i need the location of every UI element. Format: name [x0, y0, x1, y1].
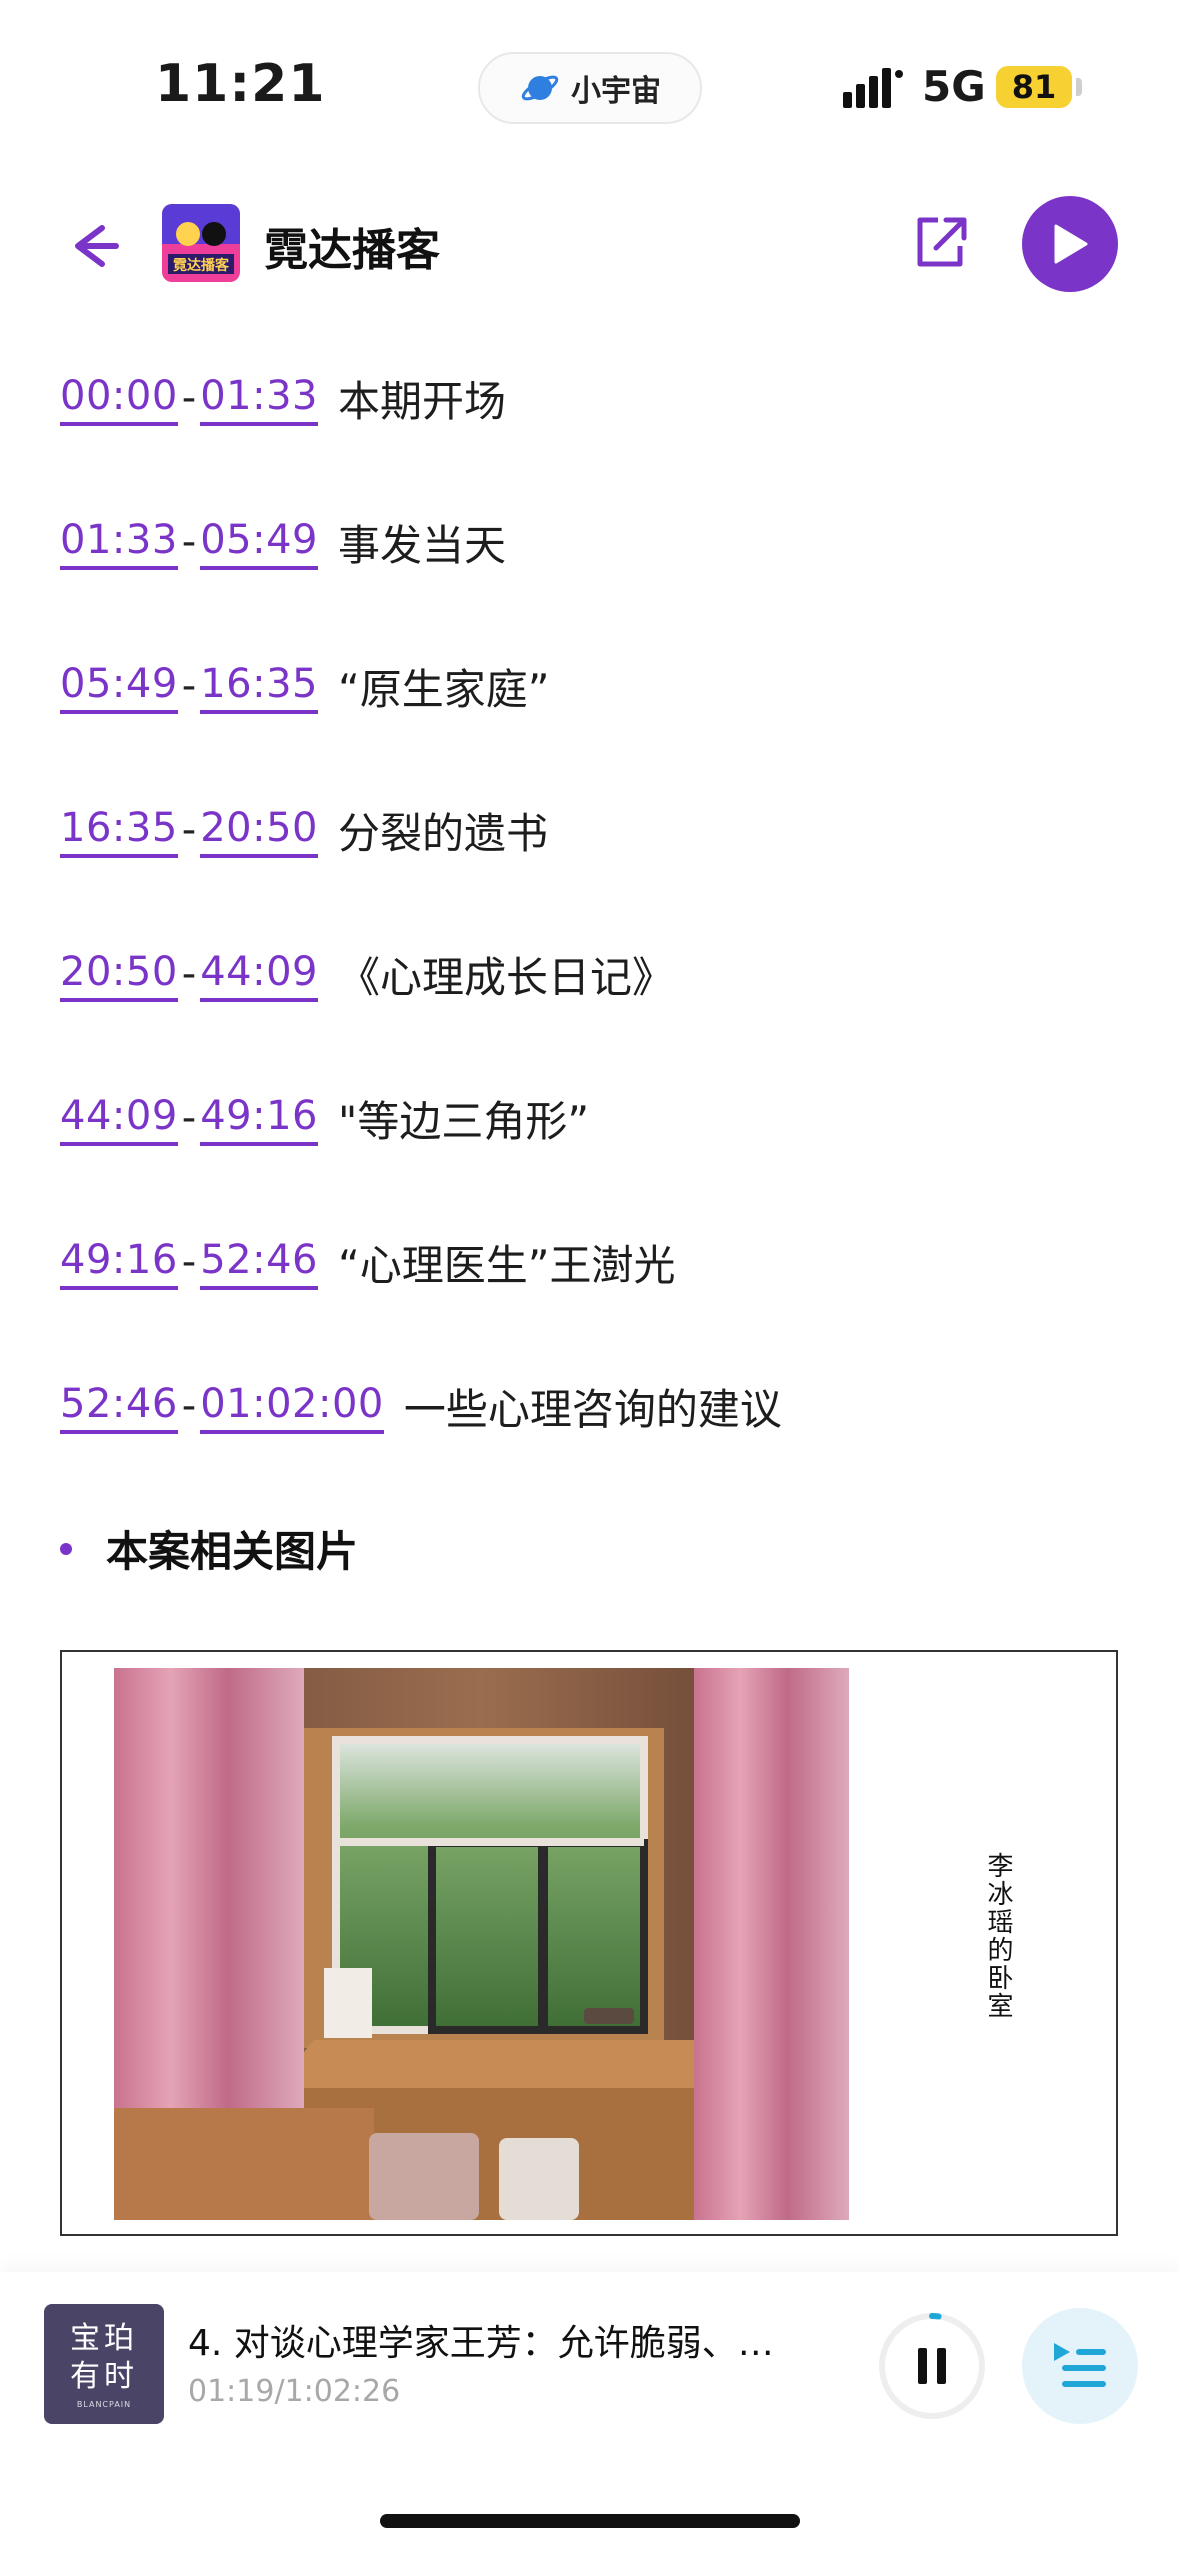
playlist-button[interactable] — [1022, 2308, 1138, 2424]
cover-sub: BLANCPAIN — [76, 2399, 132, 2409]
signal-icon — [843, 68, 903, 108]
chapter-row: 00:00 - 01:33 本期开场 — [60, 360, 506, 436]
chapter-start-link[interactable]: 00:00 — [60, 370, 178, 426]
chapter-end-link[interactable]: 49:16 — [200, 1090, 318, 1146]
chapter-start-link[interactable]: 49:16 — [60, 1234, 178, 1290]
time-separator: - — [181, 807, 197, 853]
chapter-title: "等边三角形” — [338, 1096, 590, 1146]
playlist-icon — [1054, 2343, 1106, 2387]
chapter-end-link[interactable]: 20:50 — [200, 802, 318, 858]
episode-time: 01:19/1:02:26 — [188, 2374, 401, 2409]
network-label: 5G — [922, 62, 986, 111]
top-header: 霓达播客 霓达播客 — [0, 190, 1179, 300]
chapter-title: 事发当天 — [338, 520, 507, 570]
chapter-row: 52:46 - 01:02:00 一些心理咨询的建议 — [60, 1368, 782, 1444]
podcast-cover-art: 霓达播客 — [162, 204, 240, 282]
back-arrow-icon[interactable] — [62, 218, 128, 274]
chapter-row: 20:50 - 44:09 《心理成长日记》 — [60, 936, 674, 1012]
episode-cover[interactable]: 宝珀 有时 BLANCPAIN — [44, 2304, 164, 2424]
photo-caption: 李冰瑶的卧室 — [983, 1852, 1013, 2020]
chapter-title: 本期开场 — [338, 376, 507, 426]
chapter-end-link[interactable]: 44:09 — [200, 946, 318, 1002]
chapter-start-link[interactable]: 20:50 — [60, 946, 178, 1002]
app-indicator-label: 小宇宙 — [571, 74, 661, 109]
time-separator: - — [181, 519, 197, 565]
podcast-title: 霓达播客 — [264, 225, 440, 276]
chapter-row: 05:49 - 16:35 “原生家庭” — [60, 648, 550, 724]
chapter-start-link[interactable]: 52:46 — [60, 1378, 178, 1434]
section-heading: 本案相关图片 — [60, 1518, 358, 1579]
status-bar: 11:21 小宇宙 5G 81 — [0, 0, 1179, 160]
related-image-card[interactable]: 李冰瑶的卧室 — [60, 1650, 1118, 2236]
chapter-start-link[interactable]: 05:49 — [60, 658, 178, 714]
chapter-end-link[interactable]: 52:46 — [200, 1234, 318, 1290]
time-separator: - — [181, 1095, 197, 1141]
time-separator: - — [181, 1383, 197, 1429]
status-time: 11:21 — [155, 54, 326, 114]
chapter-end-link[interactable]: 16:35 — [200, 658, 318, 714]
chapter-start-link[interactable]: 01:33 — [60, 514, 178, 570]
chapter-title: “原生家庭” — [338, 664, 550, 714]
chapter-end-link[interactable]: 01:33 — [200, 370, 318, 426]
svg-text:霓达播客: 霓达播客 — [173, 257, 230, 274]
chapter-title: 一些心理咨询的建议 — [403, 1384, 782, 1434]
cover-line1: 宝珀 — [70, 2320, 138, 2356]
episode-title[interactable]: 4. 对谈心理学家王芳：允许脆弱、… — [188, 2314, 828, 2366]
chapter-end-link[interactable]: 05:49 — [200, 514, 318, 570]
chapter-start-link[interactable]: 44:09 — [60, 1090, 178, 1146]
play-button[interactable] — [1022, 196, 1118, 292]
planet-icon — [521, 75, 559, 101]
podcast-cover[interactable]: 霓达播客 — [162, 204, 240, 282]
chapter-title: 分裂的遗书 — [338, 808, 549, 858]
section-title: 本案相关图片 — [106, 1527, 359, 1576]
chapter-row: 01:33 - 05:49 事发当天 — [60, 504, 506, 580]
bullet-dot — [60, 1542, 72, 1555]
bedroom-photo-art — [114, 1668, 849, 2220]
share-icon[interactable] — [910, 212, 972, 274]
home-indicator — [380, 2514, 800, 2528]
time-separator: - — [181, 375, 197, 421]
bedroom-photo[interactable] — [114, 1668, 849, 2220]
time-separator: - — [181, 951, 197, 997]
chapter-title: “心理医生”王澍光 — [338, 1240, 676, 1290]
pause-button[interactable] — [876, 2310, 988, 2422]
battery-indicator: 81 — [996, 66, 1072, 108]
chapter-end-link[interactable]: 01:02:00 — [200, 1378, 384, 1434]
chapter-start-link[interactable]: 16:35 — [60, 802, 178, 858]
chapter-row: 44:09 - 49:16 "等边三角形” — [60, 1080, 589, 1156]
battery-cap — [1076, 78, 1082, 96]
chapter-title: 《心理成长日记》 — [338, 952, 675, 1002]
play-icon — [1054, 224, 1088, 264]
pause-icon — [918, 2348, 927, 2384]
chapter-row: 16:35 - 20:50 分裂的遗书 — [60, 792, 548, 868]
chapter-row: 49:16 - 52:46 “心理医生”王澍光 — [60, 1224, 676, 1300]
cover-line2: 有时 — [70, 2358, 138, 2394]
app-indicator-pill[interactable]: 小宇宙 — [478, 52, 702, 124]
time-separator: - — [181, 663, 197, 709]
time-separator: - — [181, 1239, 197, 1285]
